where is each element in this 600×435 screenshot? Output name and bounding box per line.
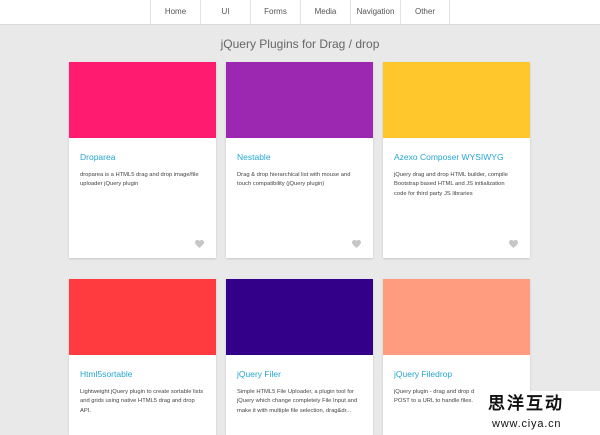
description-line: Bootstrap based HTML and JS initializati…	[394, 181, 505, 188]
like-button[interactable]	[195, 240, 204, 248]
card-thumbnail[interactable]	[226, 62, 373, 138]
description-line: API.	[80, 407, 91, 414]
nav-item-forms[interactable]: Forms	[250, 0, 300, 24]
card-description: droparea is a HTML5 drag and drop image/…	[80, 171, 205, 190]
card-body: Nestable Drag & drop hierarchical list w…	[226, 138, 373, 190]
description-line: jQuery which change completely File Inpu…	[237, 398, 358, 405]
watermark-brand: 思洋互动	[488, 394, 564, 413]
description-line: jQuery drag and drop HTML builder, compi…	[394, 172, 508, 178]
nav-item-media[interactable]: Media	[300, 0, 350, 24]
heart-icon	[195, 240, 204, 248]
card-body: Azexo Composer WYSIWYG jQuery drag and d…	[383, 138, 530, 199]
card-thumbnail[interactable]	[383, 279, 530, 355]
nav-menu: Home UI Forms Media Navigation Other	[150, 0, 450, 24]
like-button[interactable]	[509, 240, 518, 248]
watermark-url: www.ciya.cn	[492, 418, 562, 430]
plugin-card-droparea: Droparea droparea is a HTML5 drag and dr…	[69, 62, 216, 258]
description-line: Drag & drop hierarchical list with mouse…	[237, 172, 351, 178]
description-line: droparea is a HTML5 drag and drop image/…	[80, 172, 199, 178]
card-body: Droparea droparea is a HTML5 drag and dr…	[69, 138, 216, 190]
description-line: uploader jQuery plugin	[80, 181, 139, 188]
plugin-card-jquery-filer: jQuery Filer Simple HTML5 File Uploader,…	[226, 279, 373, 435]
nav-item-other[interactable]: Other	[400, 0, 450, 24]
description-line: Simple HTML5 File Uploader, a plugin too…	[237, 389, 354, 395]
heart-icon	[509, 240, 518, 248]
page: { "theme": { "background": "#e9e9e9", "a…	[0, 0, 600, 435]
card-body: Html5sortable Lightweight jQuery plugin …	[69, 355, 216, 416]
nav-item-ui[interactable]: UI	[200, 0, 250, 24]
watermark: 思洋互动 www.ciya.cn	[476, 391, 600, 435]
plugin-card-nestable: Nestable Drag & drop hierarchical list w…	[226, 62, 373, 258]
card-title-link[interactable]: jQuery Filedrop	[394, 368, 519, 380]
plugin-card-azexo-composer: Azexo Composer WYSIWYG jQuery drag and d…	[383, 62, 530, 258]
card-description: Simple HTML5 File Uploader, a plugin too…	[237, 388, 362, 416]
top-navigation: Home UI Forms Media Navigation Other	[0, 0, 600, 25]
card-thumbnail[interactable]	[383, 62, 530, 138]
card-description: jQuery drag and drop HTML builder, compi…	[394, 171, 519, 199]
nav-item-home[interactable]: Home	[150, 0, 200, 24]
description-line: touch compatibility (jQuery plugin)	[237, 181, 325, 188]
description-line: code for third party JS libraries	[394, 190, 473, 197]
description-line: make it with multiple file selection, dr…	[237, 407, 352, 414]
plugin-card-grid: Droparea droparea is a HTML5 drag and dr…	[69, 62, 530, 435]
description-line: and grids using native HTML5 drag and dr…	[80, 398, 195, 405]
nav-item-navigation[interactable]: Navigation	[350, 0, 400, 24]
plugin-card-html5sortable: Html5sortable Lightweight jQuery plugin …	[69, 279, 216, 435]
card-title-link[interactable]: jQuery Filer	[237, 368, 362, 380]
card-body: jQuery Filer Simple HTML5 File Uploader,…	[226, 355, 373, 416]
card-title-link[interactable]: Droparea	[80, 151, 205, 163]
heart-icon	[352, 240, 361, 248]
card-description: Lightweight jQuery plugin to create sort…	[80, 388, 205, 416]
card-thumbnail[interactable]	[69, 62, 216, 138]
description-line: Lightweight jQuery plugin to create sort…	[80, 389, 204, 395]
like-button[interactable]	[352, 240, 361, 248]
card-thumbnail[interactable]	[69, 279, 216, 355]
card-title-link[interactable]: Nestable	[237, 151, 362, 163]
card-description: Drag & drop hierarchical list with mouse…	[237, 171, 362, 190]
page-title: jQuery Plugins for Drag / drop	[220, 37, 380, 51]
card-title-link[interactable]: Azexo Composer WYSIWYG	[394, 151, 519, 163]
card-thumbnail[interactable]	[226, 279, 373, 355]
card-title-link[interactable]: Html5sortable	[80, 368, 205, 380]
